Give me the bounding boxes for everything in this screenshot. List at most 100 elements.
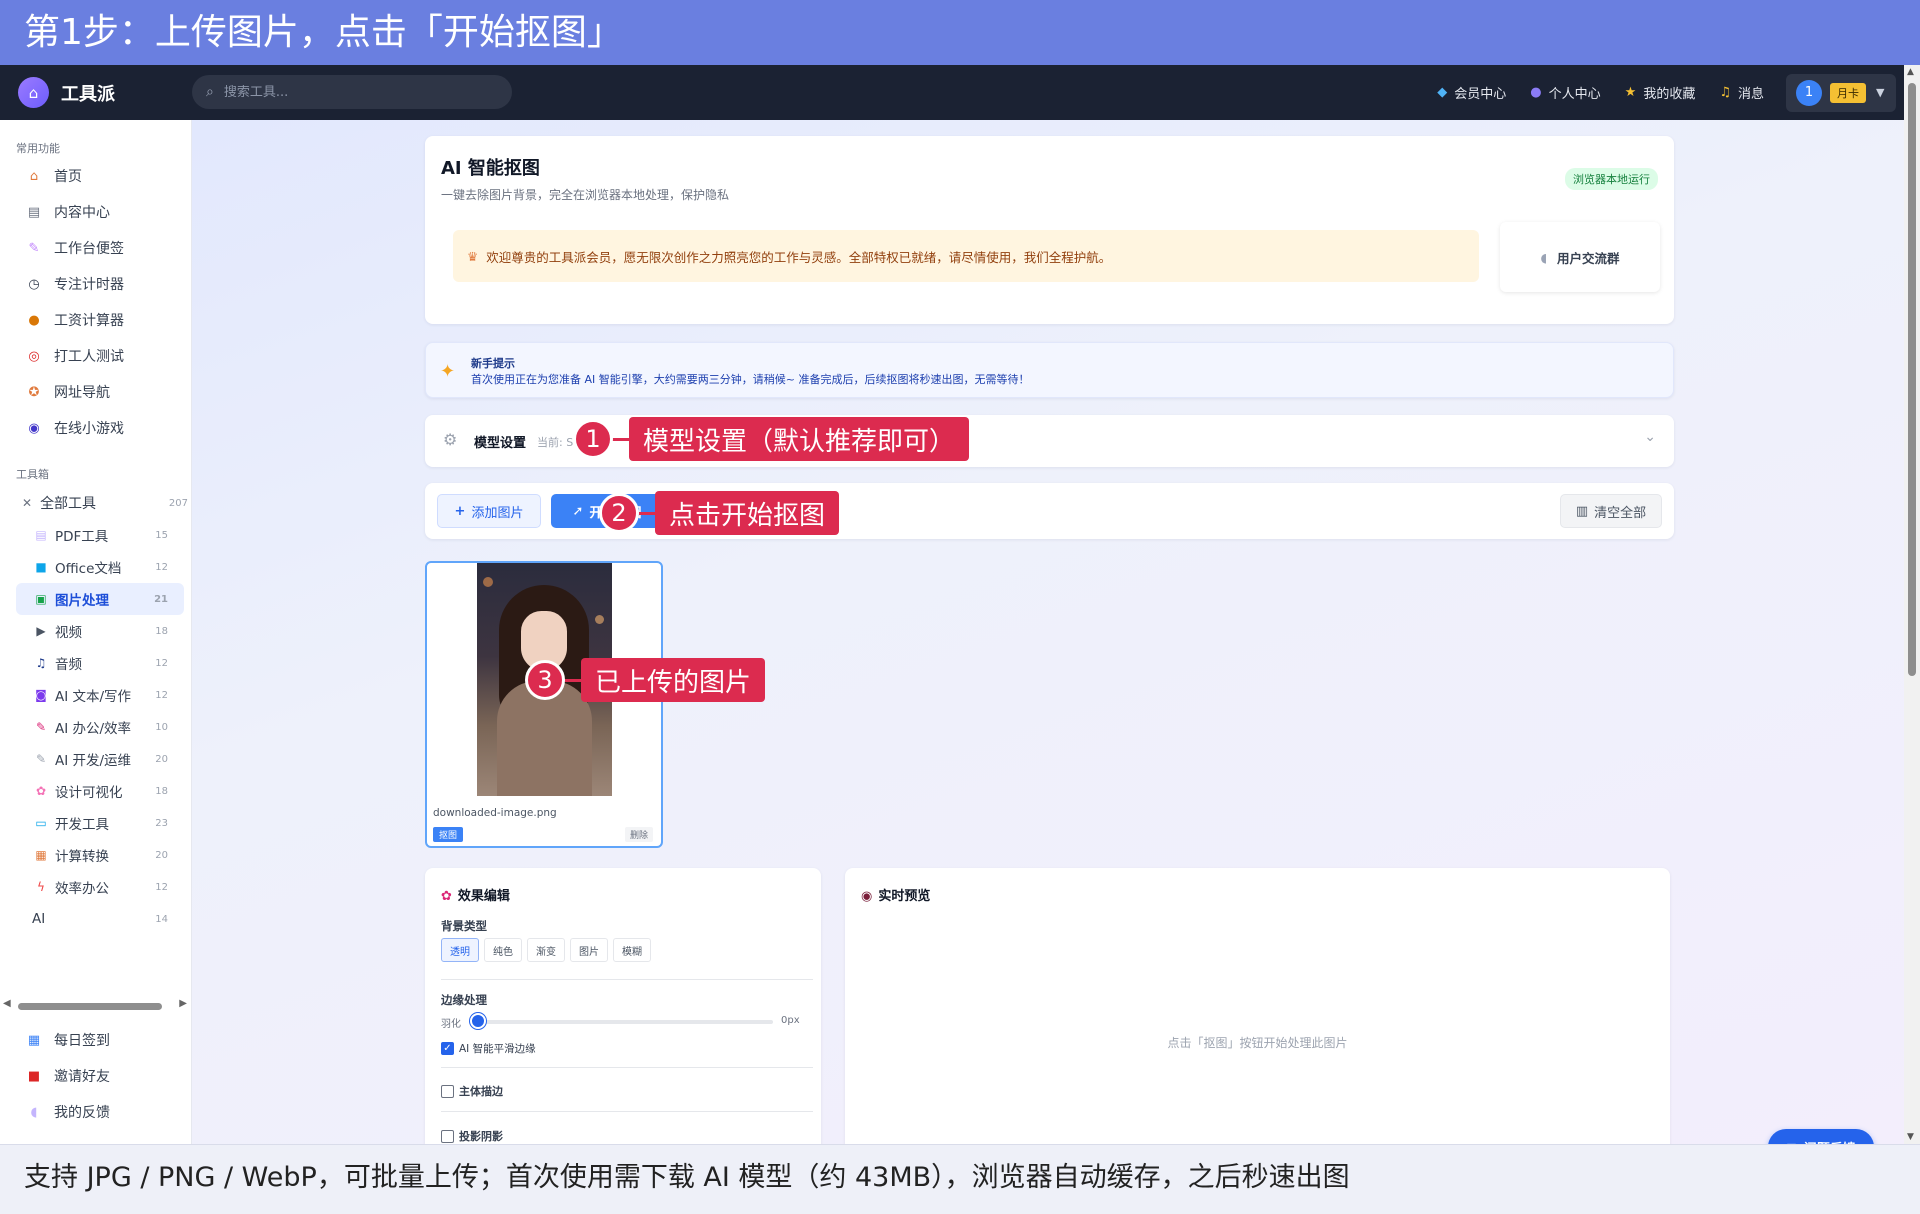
nav-messages[interactable]: ♫ 消息 bbox=[1719, 83, 1764, 102]
shadow-label: 投影阴影 bbox=[459, 1130, 503, 1143]
sidebar-item-label: 图片处理 bbox=[55, 593, 109, 609]
bg-type-label: 背景类型 bbox=[441, 919, 487, 933]
bg-option-gradient[interactable]: 渐变 bbox=[527, 938, 565, 962]
sidebar-item-home[interactable]: ⌂ 首页 bbox=[0, 158, 192, 194]
eye-icon: ◉ bbox=[861, 889, 873, 904]
bg-option-blur[interactable]: 模糊 bbox=[613, 938, 651, 962]
user-menu[interactable]: 1 月卡 ▼ bbox=[1786, 73, 1896, 112]
robot-icon: ◙ bbox=[35, 688, 47, 702]
checkbox-icon[interactable] bbox=[441, 1129, 454, 1143]
sidebar-item-image[interactable]: ▣ 图片处理 21 bbox=[16, 583, 184, 615]
sidebar-item-label: 工资计算器 bbox=[54, 313, 124, 329]
sidebar-item-nav[interactable]: ✪ 网址导航 bbox=[0, 374, 192, 410]
page-vertical-scrollbar[interactable]: ▲ ▼ bbox=[1904, 65, 1920, 1144]
sidebar-item-pdf[interactable]: ▤ PDF工具 15 bbox=[0, 519, 192, 551]
sidebar-item-invite[interactable]: ■ 邀请好友 bbox=[0, 1058, 192, 1094]
outline-checkbox[interactable]: 主体描边 bbox=[441, 1083, 503, 1099]
sidebar-item-label: 我的反馈 bbox=[54, 1105, 110, 1121]
sidebar-item-label: PDF工具 bbox=[55, 529, 109, 545]
brand-logo[interactable]: ⌂ 工具派 bbox=[18, 77, 115, 108]
sidebar-item-audio[interactable]: ♫ 音频 12 bbox=[0, 647, 192, 679]
sidebar-item-worker-test[interactable]: ◎ 打工人测试 bbox=[0, 338, 192, 374]
sidebar-item-memo[interactable]: ✎ 工作台便签 bbox=[0, 230, 192, 266]
pen-icon: ✎ bbox=[35, 720, 47, 734]
sidebar-item-timer[interactable]: ◷ 专注计时器 bbox=[0, 266, 192, 302]
sidebar-item-label: 音频 bbox=[55, 657, 82, 673]
palette-icon: ✿ bbox=[441, 889, 452, 904]
sidebar-item-calc[interactable]: ▦ 计算转换 20 bbox=[0, 839, 192, 871]
cut-image-button[interactable]: 抠图 bbox=[433, 827, 464, 842]
checkbox-icon[interactable] bbox=[441, 1084, 454, 1098]
shadow-checkbox[interactable]: 投影阴影 bbox=[441, 1128, 503, 1144]
sidebar-item-feedback[interactable]: ◖ 我的反馈 bbox=[0, 1094, 192, 1130]
sidebar-section-common: 常用功能 bbox=[16, 142, 60, 155]
chevron-down-icon[interactable]: ⌄ bbox=[1644, 429, 1656, 445]
sidebar-item-ai-dev[interactable]: ✎ AI 开发/运维 20 bbox=[0, 743, 192, 775]
sidebar-item-games[interactable]: ◉ 在线小游戏 bbox=[0, 410, 192, 446]
compass-icon: ✪ bbox=[28, 384, 40, 400]
sidebar-item-ai-office[interactable]: ✎ AI 办公/效率 10 bbox=[0, 711, 192, 743]
add-image-button[interactable]: + 添加图片 bbox=[437, 494, 541, 528]
laptop-icon: ▭ bbox=[35, 816, 47, 830]
tip-text: 首次使用正在为您准备 AI 智能引擎，大约需要两三分钟，请稍候~ 准备完成后，后… bbox=[471, 373, 1030, 386]
feather-slider-track[interactable] bbox=[479, 1020, 773, 1024]
scrollbar-thumb[interactable] bbox=[1908, 83, 1916, 676]
feather-slider-handle[interactable] bbox=[470, 1013, 486, 1029]
scroll-right-icon[interactable]: ▶ bbox=[179, 998, 187, 1009]
tool-count: 12 bbox=[155, 881, 168, 893]
scroll-left-icon[interactable]: ◀ bbox=[3, 998, 11, 1009]
sidebar-item-office[interactable]: ■ Office文档 12 bbox=[0, 551, 192, 583]
sidebar-item-ai-writing[interactable]: ◙ AI 文本/写作 12 bbox=[0, 679, 192, 711]
sidebar-item-all-tools[interactable]: ✕ 全部工具 207 bbox=[0, 487, 192, 519]
scroll-down-icon[interactable]: ▼ bbox=[1907, 1132, 1914, 1142]
sidebar-item-label: 网址导航 bbox=[54, 385, 110, 401]
sidebar-item-salary[interactable]: ● 工资计算器 bbox=[0, 302, 192, 338]
delete-image-button[interactable]: 删除 bbox=[624, 827, 653, 842]
smooth-edge-checkbox[interactable]: ✓ AI 智能平滑边缘 bbox=[441, 1041, 536, 1056]
clear-all-button[interactable]: ▥ 清空全部 bbox=[1560, 494, 1662, 528]
checkbox-checked-icon[interactable]: ✓ bbox=[441, 1042, 454, 1055]
sidebar-item-design[interactable]: ✿ 设计可视化 18 bbox=[0, 775, 192, 807]
tool-count: 21 bbox=[154, 593, 168, 605]
callout-number: 1 bbox=[573, 419, 613, 459]
search-input[interactable] bbox=[223, 84, 484, 100]
sidebar-item-content-center[interactable]: ▤ 内容中心 bbox=[0, 194, 192, 230]
search-box[interactable]: ⌕ bbox=[192, 75, 512, 109]
sidebar-item-ai[interactable]: AI 14 bbox=[0, 903, 192, 935]
bg-option-solid[interactable]: 纯色 bbox=[484, 938, 522, 962]
tool-count: 18 bbox=[155, 785, 168, 797]
diamond-icon: ◆ bbox=[1437, 85, 1448, 100]
tool-count: 23 bbox=[155, 817, 168, 829]
bg-type-selector: 透明 纯色 渐变 图片 模糊 bbox=[441, 938, 656, 962]
preview-empty-text: 点击「抠图」按钮开始处理此图片 bbox=[1167, 1036, 1348, 1050]
sidebar-item-label: 计算转换 bbox=[55, 849, 109, 865]
effect-editor: ✿ 效果编辑 背景类型 透明 纯色 渐变 图片 模糊 边缘处理 羽化 0px ✓ A… bbox=[425, 868, 821, 1168]
wrench-icon: ✎ bbox=[35, 752, 47, 766]
image-filename: downloaded-image.png bbox=[433, 807, 557, 819]
bg-option-image[interactable]: 图片 bbox=[570, 938, 608, 962]
nav-personal-center[interactable]: ● 个人中心 bbox=[1530, 83, 1600, 102]
model-current: 当前: S bbox=[537, 436, 574, 449]
divider bbox=[441, 979, 813, 980]
feather-value: 0px bbox=[781, 1015, 800, 1026]
nav-favorites[interactable]: ★ 我的收藏 bbox=[1625, 83, 1696, 102]
beginner-tip: ✦ 新手提示 首次使用正在为您准备 AI 智能引擎，大约需要两三分钟，请稍候~ … bbox=[425, 342, 1674, 398]
callout-start-cutout: 2 点击开始抠图 bbox=[599, 491, 840, 535]
sidebar-item-label: 专注计时器 bbox=[54, 277, 124, 293]
nav-member-center[interactable]: ◆ 会员中心 bbox=[1437, 83, 1506, 102]
sidebar-item-video[interactable]: ▶ 视频 18 bbox=[0, 615, 192, 647]
image-icon: ▣ bbox=[35, 592, 47, 606]
user-group-button[interactable]: ◖ 用户交流群 bbox=[1500, 222, 1660, 292]
trash-icon: ▥ bbox=[1575, 503, 1589, 519]
preview-title: ◉ 实时预览 bbox=[861, 885, 930, 904]
sidebar-horizontal-scrollbar[interactable]: ◀ ▶ bbox=[0, 998, 192, 1016]
uploaded-image-card[interactable]: downloaded-image.png 抠图 删除 bbox=[425, 561, 663, 848]
sidebar-item-dev-tools[interactable]: ▭ 开发工具 23 bbox=[0, 807, 192, 839]
sidebar-item-label: 视频 bbox=[55, 625, 82, 641]
scrollbar-thumb[interactable] bbox=[18, 1003, 162, 1010]
scroll-up-icon[interactable]: ▲ bbox=[1907, 67, 1914, 77]
search-icon: ⌕ bbox=[206, 84, 214, 100]
sidebar-item-checkin[interactable]: ▦ 每日签到 bbox=[0, 1022, 192, 1058]
sidebar-item-efficiency[interactable]: ϟ 效率办公 12 bbox=[0, 871, 192, 903]
bg-option-transparent[interactable]: 透明 bbox=[441, 938, 479, 962]
